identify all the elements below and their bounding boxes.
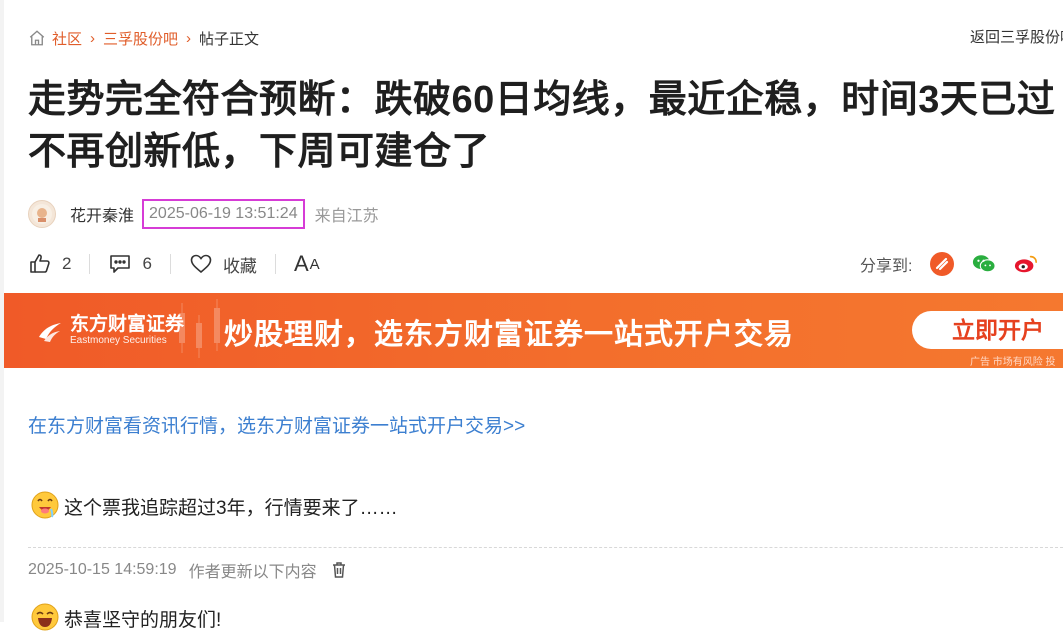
collect-label: 收藏 bbox=[222, 256, 257, 276]
like-count: 2 bbox=[62, 254, 72, 273]
share-label: 分享到: bbox=[860, 258, 913, 275]
ad-banner[interactable]: 东方财富证券 Eastmoney Securities 炒股理财，选东方财富证券… bbox=[4, 293, 1063, 368]
ad-brand-en: Eastmoney Securities bbox=[70, 335, 167, 346]
post-timestamp: 2025-06-19 13:51:24 bbox=[142, 199, 305, 229]
wechat-icon[interactable] bbox=[972, 252, 997, 276]
comment-button[interactable]: 6 bbox=[108, 252, 152, 276]
trash-icon[interactable] bbox=[331, 561, 347, 579]
divider bbox=[169, 254, 171, 274]
dashed-divider bbox=[28, 547, 1063, 548]
breadcrumb-current: 帖子正文 bbox=[199, 30, 260, 48]
laughing-face-emoji-icon bbox=[31, 603, 59, 631]
heart-icon bbox=[190, 254, 212, 274]
font-size-button[interactable]: AA bbox=[294, 251, 321, 277]
update-paragraph-text: 恭喜坚守的朋友们! bbox=[64, 610, 222, 631]
eastmoney-logo-icon bbox=[39, 323, 61, 342]
chevron-right-icon: › bbox=[186, 29, 192, 47]
eastmoney-logo: 东方财富证券 Eastmoney Securities bbox=[36, 315, 184, 347]
ad-disclaimer: 广告 市场有风险 投 bbox=[970, 357, 1056, 368]
post-paragraph: 这个票我追踪超过3年，行情要来了…… bbox=[30, 482, 398, 520]
post-location: 来自江苏 bbox=[314, 208, 379, 225]
update-info: 2025-10-15 14:59:19 作者更新以下内容 bbox=[28, 558, 347, 582]
action-bar: 2 6 收藏 AA bbox=[28, 249, 321, 279]
thumbs-up-icon bbox=[30, 254, 50, 273]
back-to-bar-link[interactable]: 返回三孚股份吧 bbox=[970, 27, 1063, 49]
author-name[interactable]: 花开秦淮 bbox=[70, 202, 134, 226]
eastmoney-share-icon[interactable] bbox=[930, 252, 955, 276]
comment-icon bbox=[110, 255, 131, 273]
post-title: 走势完全符合预断：跌破60日均线，最近企稳，时间3天已过不再创新低，下周可建仓了 bbox=[28, 79, 1056, 173]
ad-brand-cn: 东方财富证券 bbox=[70, 314, 185, 335]
comment-count: 6 bbox=[142, 254, 152, 273]
breadcrumb: 社区 › 三孚股份吧 › 帖子正文 bbox=[28, 27, 259, 49]
avatar[interactable] bbox=[28, 200, 56, 228]
update-paragraph: 恭喜坚守的朋友们! bbox=[30, 598, 221, 632]
update-timestamp: 2025-10-15 14:59:19 bbox=[28, 561, 177, 578]
breadcrumb-bar-link[interactable]: 三孚股份吧 bbox=[103, 28, 178, 49]
drooling-face-emoji-icon bbox=[31, 491, 59, 519]
breadcrumb-community-link[interactable]: 社区 bbox=[52, 28, 82, 49]
weibo-icon[interactable] bbox=[1014, 252, 1038, 276]
divider bbox=[89, 254, 91, 274]
font-size-large-glyph: A bbox=[293, 251, 310, 276]
update-label: 作者更新以下内容 bbox=[188, 564, 317, 581]
chevron-right-icon: › bbox=[90, 29, 96, 47]
share-bar: 分享到: bbox=[860, 249, 1038, 279]
ad-slogan: 炒股理财，选东方财富证券一站式开户交易 bbox=[224, 319, 795, 351]
collect-button[interactable]: 收藏 bbox=[189, 252, 257, 277]
avatar-image bbox=[32, 204, 52, 224]
post-paragraph-text: 这个票我追踪超过3年，行情要来了…… bbox=[64, 498, 398, 519]
open-account-button[interactable]: 立即开户 bbox=[912, 311, 1063, 349]
promo-link[interactable]: 在东方财富看资讯行情，选东方财富证券一站式开户交易>> bbox=[28, 411, 525, 438]
author-row: 花开秦淮 2025-06-19 13:51:24 来自江苏 bbox=[28, 196, 379, 232]
home-icon[interactable] bbox=[28, 29, 46, 47]
divider bbox=[274, 254, 276, 274]
font-size-small-glyph: A bbox=[309, 255, 321, 273]
like-button[interactable]: 2 bbox=[28, 252, 71, 276]
